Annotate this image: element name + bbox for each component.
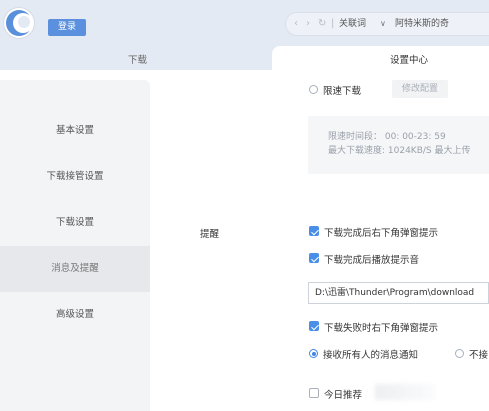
today-recommend-checkbox[interactable] <box>309 388 319 398</box>
no-receive-radio[interactable] <box>455 349 464 358</box>
limit-info-box: 限速时间段： 00: 00-23: 59 最大下载速度: 1024KB/S 最大… <box>308 116 489 174</box>
section-title-reminder: 提醒 <box>200 229 220 240</box>
chevron-down-icon[interactable]: ∨ <box>380 13 386 35</box>
no-receive-label: 不接 <box>469 350 489 361</box>
search-address-bar[interactable]: ‹ › ↻ | 关联词 ∨ 阿特米斯的奇 <box>285 12 489 36</box>
receive-all-label: 接收所有人的消息通知 <box>323 350 419 361</box>
limit-time-text: 限速时间段： 00: 00-23: 59 <box>328 132 446 142</box>
address-separator: | <box>331 18 335 29</box>
popup-on-fail-checkbox[interactable] <box>309 321 319 331</box>
tab-settings-label: 设置中心 <box>390 55 429 66</box>
sound-on-complete-checkbox[interactable] <box>309 253 319 263</box>
limit-download-label: 限速下载 <box>323 86 362 97</box>
keyword-label[interactable]: 关联词 <box>339 13 366 35</box>
search-query[interactable]: 阿特米斯的奇 <box>395 13 449 35</box>
popup-on-complete-checkbox[interactable] <box>309 226 319 236</box>
receive-all-radio[interactable] <box>309 349 318 358</box>
popup-on-complete-label: 下载完成后右下角弹窗提示 <box>324 228 439 239</box>
sound-path-input[interactable]: D:\迅雷\Thunder\Program\download <box>308 282 489 304</box>
today-recommend-label: 今日推荐 <box>324 390 363 401</box>
sidebar-item-messages[interactable]: 消息及提醒 <box>0 246 150 292</box>
blurred-overlay <box>375 384 435 400</box>
settings-sidebar: 基本设置 下载接管设置 下载设置 消息及提醒 高级设置 <box>0 70 150 411</box>
sidebar-item-download[interactable]: 下载设置 <box>0 200 150 246</box>
modify-config-button[interactable]: 修改配置 <box>392 80 448 98</box>
popup-on-fail-label: 下载失败时右下角弹窗提示 <box>324 323 439 334</box>
sidebar-item-advanced[interactable]: 高级设置 <box>0 292 150 338</box>
tab-settings[interactable]: 设置中心 <box>272 46 489 70</box>
limit-download-radio[interactable] <box>309 85 318 94</box>
sidebar-item-takeover[interactable]: 下载接管设置 <box>0 154 150 200</box>
settings-content: 限速下载 修改配置 限速时间段： 00: 00-23: 59 最大下载速度: 1… <box>150 70 489 411</box>
thunder-logo-icon[interactable] <box>4 8 34 38</box>
sidebar-panel: 基本设置 下载接管设置 下载设置 消息及提醒 高级设置 <box>0 80 150 411</box>
tab-strip: 下载 设置中心 <box>0 46 489 70</box>
back-icon[interactable]: ‹ <box>294 13 298 35</box>
tab-download-label: 下载 <box>128 55 148 66</box>
sidebar-item-basic[interactable]: 基本设置 <box>0 108 150 154</box>
login-button[interactable]: 登录 <box>48 19 86 36</box>
limit-speed-text: 最大下载速度: 1024KB/S 最大上传 <box>328 146 471 156</box>
sound-on-complete-label: 下载完成后播放提示音 <box>324 255 420 266</box>
forward-icon[interactable]: › <box>306 13 310 35</box>
refresh-icon[interactable]: ↻ <box>318 13 326 35</box>
top-bar: 登录 ‹ › ↻ | 关联词 ∨ 阿特米斯的奇 <box>0 0 489 46</box>
tab-download[interactable]: 下载 <box>0 46 276 70</box>
